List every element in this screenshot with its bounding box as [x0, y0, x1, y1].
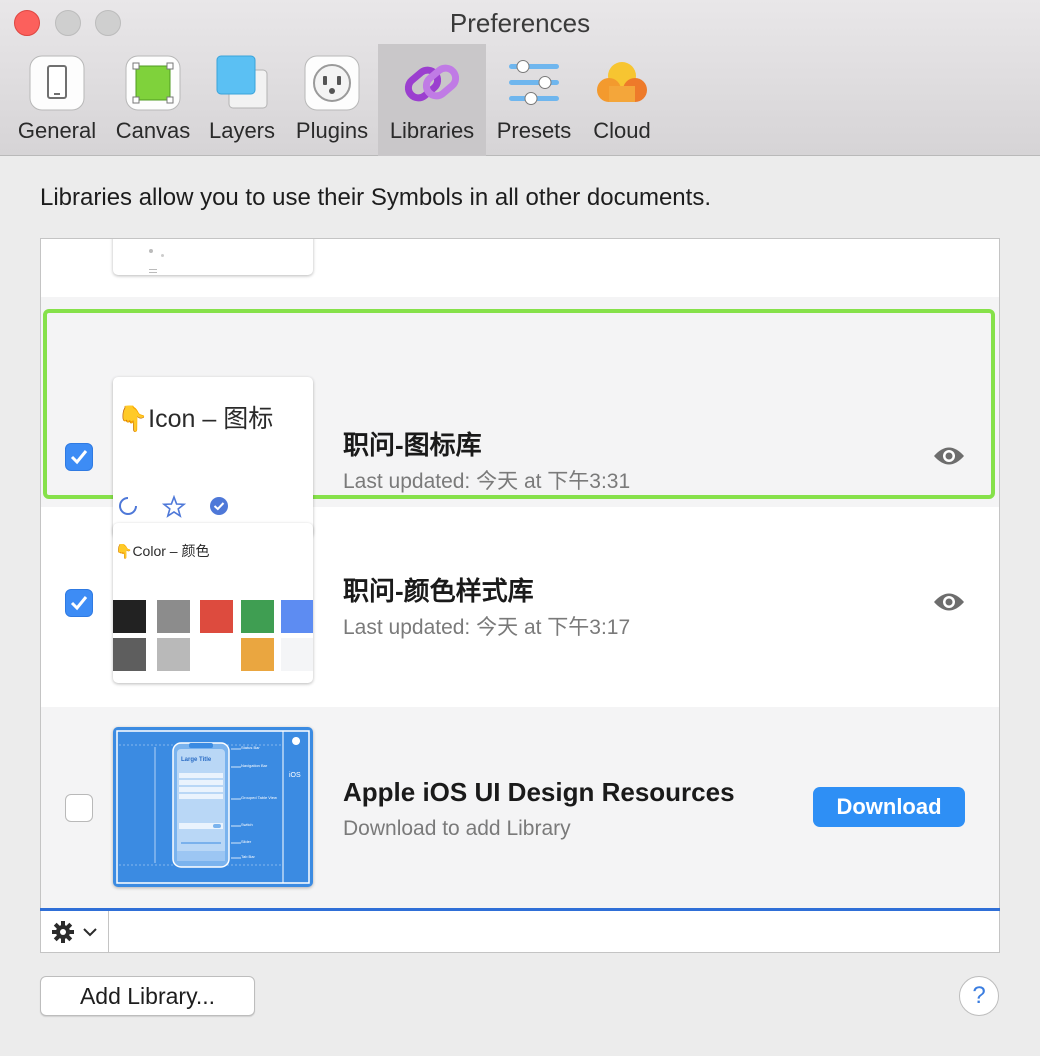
- checkmark-icon: [70, 450, 88, 465]
- color-swatch: [200, 638, 233, 671]
- tab-cloud-label: Cloud: [593, 118, 651, 143]
- tab-libraries-label: Libraries: [389, 118, 475, 143]
- tab-canvas-label: Canvas: [115, 118, 191, 143]
- library-last-updated: Last updated: 今天 at 下午3:17: [343, 616, 631, 639]
- thumb-title: 👇Color – 颜色: [115, 543, 210, 559]
- thumb-slider-label: Slider: [241, 839, 252, 844]
- color-swatch: [157, 638, 190, 671]
- general-icon: [29, 55, 85, 111]
- tab-general[interactable]: General: [6, 44, 108, 156]
- library-thumbnail: [113, 239, 313, 275]
- eye-icon[interactable]: [933, 591, 965, 613]
- tab-layers-label: Layers: [208, 118, 276, 143]
- eye-icon[interactable]: [933, 445, 965, 467]
- help-button[interactable]: ?: [959, 976, 999, 1016]
- thumb-tab-bar-label: Tab Bar: [241, 854, 255, 859]
- libraries-list[interactable]: 👇Icon – 图标 职问-图标库 Last updated: 今天 at 下午…: [40, 238, 1000, 910]
- tab-layers[interactable]: Layers: [198, 44, 286, 156]
- cloud-icon: [597, 62, 647, 102]
- tab-presets[interactable]: Presets: [486, 44, 582, 156]
- thumb-status-bar-label: Status Bar: [241, 745, 260, 750]
- list-footer-bar: [40, 911, 1000, 953]
- window-title: Preferences: [449, 8, 591, 38]
- library-thumbnail: Large Title iOS Status Bar Navigation Ba…: [113, 727, 313, 887]
- tab-libraries[interactable]: Libraries: [378, 44, 486, 156]
- download-button[interactable]: Download: [813, 787, 965, 827]
- tab-general-label: General: [17, 118, 97, 143]
- tab-plugins[interactable]: Plugins: [286, 44, 378, 156]
- pointing-hand-icon: 👇: [117, 405, 149, 433]
- library-name: Apple iOS UI Design Resources: [343, 777, 735, 807]
- canvas-icon: [125, 55, 181, 111]
- tab-plugins-label: Plugins: [295, 118, 369, 143]
- library-name: 职问-图标库: [343, 430, 482, 460]
- library-enabled-checkbox[interactable]: [65, 794, 93, 822]
- thumb-switch-label: Switch: [241, 822, 253, 827]
- color-swatch: [157, 600, 190, 633]
- ios-blueprint-illustration: [116, 730, 310, 884]
- add-library-button[interactable]: Add Library...: [40, 976, 255, 1016]
- color-swatch: [241, 638, 274, 671]
- list-item-icon-library[interactable]: 👇Icon – 图标 职问-图标库 Last updated: 今天 at 下午…: [41, 297, 999, 537]
- layers-icon: [216, 55, 268, 109]
- color-swatch: [113, 638, 146, 671]
- list-item-partial[interactable]: [41, 239, 999, 297]
- tab-canvas[interactable]: Canvas: [108, 44, 198, 156]
- tab-cloud[interactable]: Cloud: [582, 44, 662, 156]
- tab-presets-label: Presets: [496, 118, 572, 143]
- window-toolbar: Preferences General Canvas Layers Plugin…: [0, 0, 1040, 156]
- checkmark-icon: [70, 596, 88, 611]
- color-swatch: [200, 600, 233, 633]
- thumb-title: 👇Icon – 图标: [117, 405, 274, 433]
- list-item-color-library[interactable]: 👇Color – 颜色 职问-颜色样式库 Last updated: 今天 at…: [41, 507, 999, 707]
- library-enabled-checkbox[interactable]: [65, 589, 93, 617]
- library-thumbnail: 👇Color – 颜色: [113, 523, 313, 683]
- color-swatch: [281, 600, 313, 633]
- libraries-icon: [404, 64, 460, 102]
- plugins-icon: [304, 55, 360, 111]
- apple-logo-icon: [292, 737, 301, 745]
- color-swatch: [281, 638, 313, 671]
- thumb-ios-label: iOS: [289, 772, 301, 779]
- presets-icon: [509, 60, 559, 105]
- pointing-hand-icon: 👇: [115, 543, 133, 559]
- library-name: 职问-颜色样式库: [343, 576, 534, 606]
- actions-menu-button[interactable]: [41, 911, 109, 952]
- thumb-grouped-table-view-label: Grouped Table View: [241, 795, 277, 800]
- library-enabled-checkbox[interactable]: [65, 443, 93, 471]
- list-item-apple-ios-library[interactable]: Large Title iOS Status Bar Navigation Ba…: [41, 707, 999, 909]
- library-last-updated: Last updated: 今天 at 下午3:31: [343, 470, 631, 493]
- chevron-down-icon: [83, 928, 97, 937]
- gear-icon: [52, 921, 74, 943]
- thumb-large-title: Large Title: [181, 757, 212, 763]
- libraries-intro-text: Libraries allow you to use their Symbols…: [40, 184, 711, 211]
- color-swatch: [113, 600, 146, 633]
- library-download-hint: Download to add Library: [343, 817, 571, 840]
- thumb-navigation-bar-label: Navigation Bar: [241, 763, 268, 768]
- color-swatch: [241, 600, 274, 633]
